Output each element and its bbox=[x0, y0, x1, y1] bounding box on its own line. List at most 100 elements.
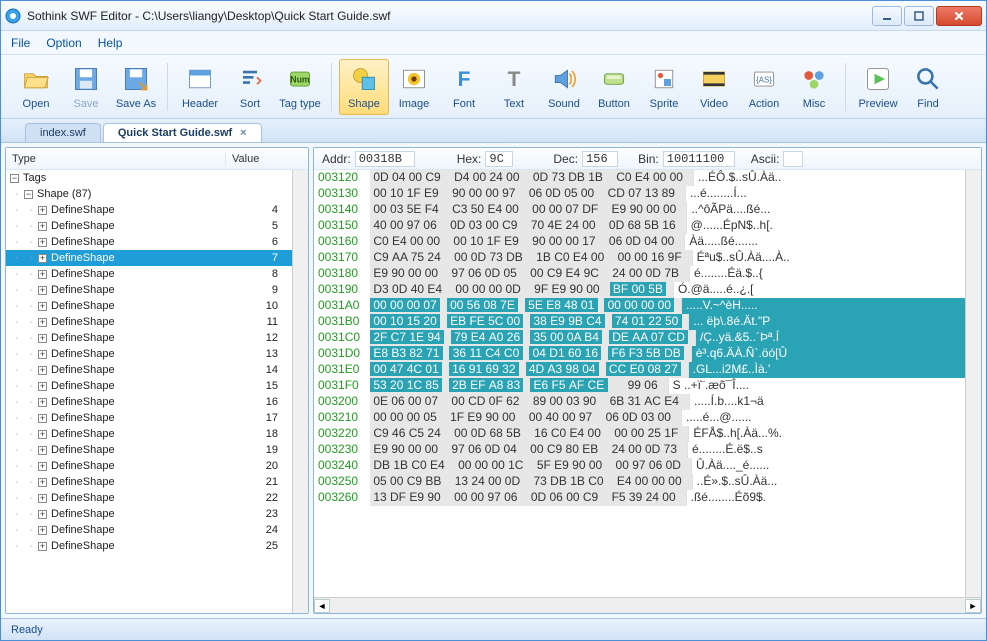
hex-row[interactable]: 003210 00 00 00 05 1F E9 90 00 00 40 00 … bbox=[314, 410, 965, 426]
plus-icon[interactable]: + bbox=[38, 462, 47, 471]
hex-row[interactable]: 003130 00 10 1F E9 90 00 00 97 06 0D 05 … bbox=[314, 186, 965, 202]
scroll-right-icon[interactable]: ► bbox=[965, 599, 981, 613]
tree-row[interactable]: ··+DefineShape24 bbox=[6, 522, 292, 538]
tree-row[interactable]: ··+DefineShape7 bbox=[6, 250, 292, 266]
scroll-left-icon[interactable]: ◄ bbox=[314, 599, 330, 613]
plus-icon[interactable]: + bbox=[38, 398, 47, 407]
hex-row[interactable]: 0031F0 53 20 1C 85 2B EF A8 83 E6 F5 AF … bbox=[314, 378, 965, 394]
find-button[interactable]: Find bbox=[903, 59, 953, 115]
tree-row[interactable]: ··+DefineShape19 bbox=[6, 442, 292, 458]
plus-icon[interactable]: + bbox=[38, 542, 47, 551]
hex-row[interactable]: 003220 C9 46 C5 24 00 0D 68 5B 16 C0 E4 … bbox=[314, 426, 965, 442]
hex-row[interactable]: 003190 D3 0D 40 E4 00 00 00 0D 9F E9 90 … bbox=[314, 282, 965, 298]
tree-row[interactable]: ··+DefineShape20 bbox=[6, 458, 292, 474]
plus-icon[interactable]: + bbox=[38, 430, 47, 439]
hex-row[interactable]: 003170 C9 AA 75 24 00 0D 73 DB 1B C0 E4 … bbox=[314, 250, 965, 266]
tree-row[interactable]: ··+DefineShape6 bbox=[6, 234, 292, 250]
hex-hscroll[interactable]: ◄ ► bbox=[314, 597, 981, 613]
tree-row[interactable]: ··+DefineShape18 bbox=[6, 426, 292, 442]
save-button[interactable]: Save bbox=[61, 59, 111, 115]
hex-row[interactable]: 003250 05 00 C9 BB 13 24 00 0D 73 DB 1B … bbox=[314, 474, 965, 490]
hex-row[interactable]: 0031D0 E8 B3 82 71 36 11 C4 C0 04 D1 60 … bbox=[314, 346, 965, 362]
hex-row[interactable]: 003230 E9 90 00 00 97 06 0D 04 00 C9 80 … bbox=[314, 442, 965, 458]
plus-icon[interactable]: + bbox=[38, 526, 47, 535]
addr-input[interactable] bbox=[355, 151, 415, 167]
font-button[interactable]: FFont bbox=[439, 59, 489, 115]
plus-icon[interactable]: + bbox=[38, 414, 47, 423]
hex-row[interactable]: 003120 0D 04 00 C9 D4 00 24 00 0D 73 DB … bbox=[314, 170, 965, 186]
menu-help[interactable]: Help bbox=[98, 36, 123, 50]
tree-row[interactable]: −Tags bbox=[6, 170, 292, 186]
hex-row[interactable]: 003140 00 03 5E F4 C3 50 E4 00 00 00 07 … bbox=[314, 202, 965, 218]
open-button[interactable]: Open bbox=[11, 59, 61, 115]
hex-row[interactable]: 003260 13 DF E9 90 00 00 97 06 0D 06 00 … bbox=[314, 490, 965, 506]
hex-row[interactable]: 003240 DB 1B C0 E4 00 00 00 1C 5F E9 90 … bbox=[314, 458, 965, 474]
tree-row[interactable]: ··+DefineShape21 bbox=[6, 474, 292, 490]
tree-row[interactable]: ··+DefineShape13 bbox=[6, 346, 292, 362]
bin-input[interactable] bbox=[663, 151, 735, 167]
ascii-input[interactable] bbox=[783, 151, 803, 167]
hex-row[interactable]: 0031C0 2F C7 1E 94 79 E4 A0 26 35 00 0A … bbox=[314, 330, 965, 346]
plus-icon[interactable]: + bbox=[38, 302, 47, 311]
plus-icon[interactable]: + bbox=[38, 286, 47, 295]
plus-icon[interactable]: + bbox=[38, 318, 47, 327]
tab-1[interactable]: Quick Start Guide.swf× bbox=[103, 123, 262, 142]
minus-icon[interactable]: − bbox=[24, 190, 33, 199]
tree-row[interactable]: ··+DefineShape10 bbox=[6, 298, 292, 314]
hex-row[interactable]: 003150 40 00 97 06 0D 03 00 C9 70 4E 24 … bbox=[314, 218, 965, 234]
tagtype-button[interactable]: NumTag type bbox=[275, 59, 325, 115]
close-button[interactable] bbox=[936, 6, 982, 26]
text-button[interactable]: TText bbox=[489, 59, 539, 115]
hex-row[interactable]: 0031A0 00 00 00 07 00 56 08 7E 5E E8 48 … bbox=[314, 298, 965, 314]
hex-row[interactable]: 0031E0 00 47 4C 01 16 91 69 32 4D A3 98 … bbox=[314, 362, 965, 378]
tree-row[interactable]: ··+DefineShape11 bbox=[6, 314, 292, 330]
tab-0[interactable]: index.swf bbox=[25, 123, 101, 142]
shape-button[interactable]: Shape bbox=[339, 59, 389, 115]
plus-icon[interactable]: + bbox=[38, 254, 47, 263]
sort-button[interactable]: Sort bbox=[225, 59, 275, 115]
plus-icon[interactable]: + bbox=[38, 222, 47, 231]
plus-icon[interactable]: + bbox=[38, 206, 47, 215]
sound-button[interactable]: Sound bbox=[539, 59, 589, 115]
plus-icon[interactable]: + bbox=[38, 350, 47, 359]
plus-icon[interactable]: + bbox=[38, 446, 47, 455]
hex-view[interactable]: 003120 0D 04 00 C9 D4 00 24 00 0D 73 DB … bbox=[314, 170, 965, 597]
plus-icon[interactable]: + bbox=[38, 382, 47, 391]
plus-icon[interactable]: + bbox=[38, 478, 47, 487]
hex-scrollbar[interactable] bbox=[965, 170, 981, 597]
tree-row[interactable]: ·−Shape (87) bbox=[6, 186, 292, 202]
column-value[interactable]: Value bbox=[226, 153, 308, 165]
tree-scrollbar[interactable] bbox=[292, 170, 308, 613]
sprite-button[interactable]: Sprite bbox=[639, 59, 689, 115]
menu-option[interactable]: Option bbox=[46, 36, 81, 50]
action-button[interactable]: {AS}Action bbox=[739, 59, 789, 115]
tree-row[interactable]: ··+DefineShape12 bbox=[6, 330, 292, 346]
tree-row[interactable]: ··+DefineShape5 bbox=[6, 218, 292, 234]
tree-row[interactable]: ··+DefineShape25 bbox=[6, 538, 292, 554]
hex-input[interactable] bbox=[485, 151, 513, 167]
misc-button[interactable]: Misc bbox=[789, 59, 839, 115]
tree-row[interactable]: ··+DefineShape22 bbox=[6, 490, 292, 506]
plus-icon[interactable]: + bbox=[38, 510, 47, 519]
menu-file[interactable]: File bbox=[11, 36, 30, 50]
hex-row[interactable]: 0031B0 00 10 15 20 EB FE 5C 00 38 E9 9B … bbox=[314, 314, 965, 330]
tree-row[interactable]: ··+DefineShape15 bbox=[6, 378, 292, 394]
hex-row[interactable]: 003180 E9 90 00 00 97 06 0D 05 00 C9 E4 … bbox=[314, 266, 965, 282]
hex-row[interactable]: 003160 C0 E4 00 00 00 10 1F E9 90 00 00 … bbox=[314, 234, 965, 250]
column-type[interactable]: Type bbox=[6, 153, 226, 165]
preview-button[interactable]: Preview bbox=[853, 59, 903, 115]
tab-close-icon[interactable]: × bbox=[240, 127, 246, 139]
image-button[interactable]: Image bbox=[389, 59, 439, 115]
dec-input[interactable] bbox=[582, 151, 618, 167]
plus-icon[interactable]: + bbox=[38, 494, 47, 503]
tree-row[interactable]: ··+DefineShape9 bbox=[6, 282, 292, 298]
hex-row[interactable]: 003200 0E 06 00 07 00 CD 0F 62 89 00 03 … bbox=[314, 394, 965, 410]
minimize-button[interactable] bbox=[872, 6, 902, 26]
video-button[interactable]: Video bbox=[689, 59, 739, 115]
plus-icon[interactable]: + bbox=[38, 366, 47, 375]
tree-row[interactable]: ··+DefineShape4 bbox=[6, 202, 292, 218]
tree-row[interactable]: ··+DefineShape16 bbox=[6, 394, 292, 410]
tree-row[interactable]: ··+DefineShape17 bbox=[6, 410, 292, 426]
tree-view[interactable]: −Tags·−Shape (87)··+DefineShape4··+Defin… bbox=[6, 170, 292, 613]
plus-icon[interactable]: + bbox=[38, 334, 47, 343]
